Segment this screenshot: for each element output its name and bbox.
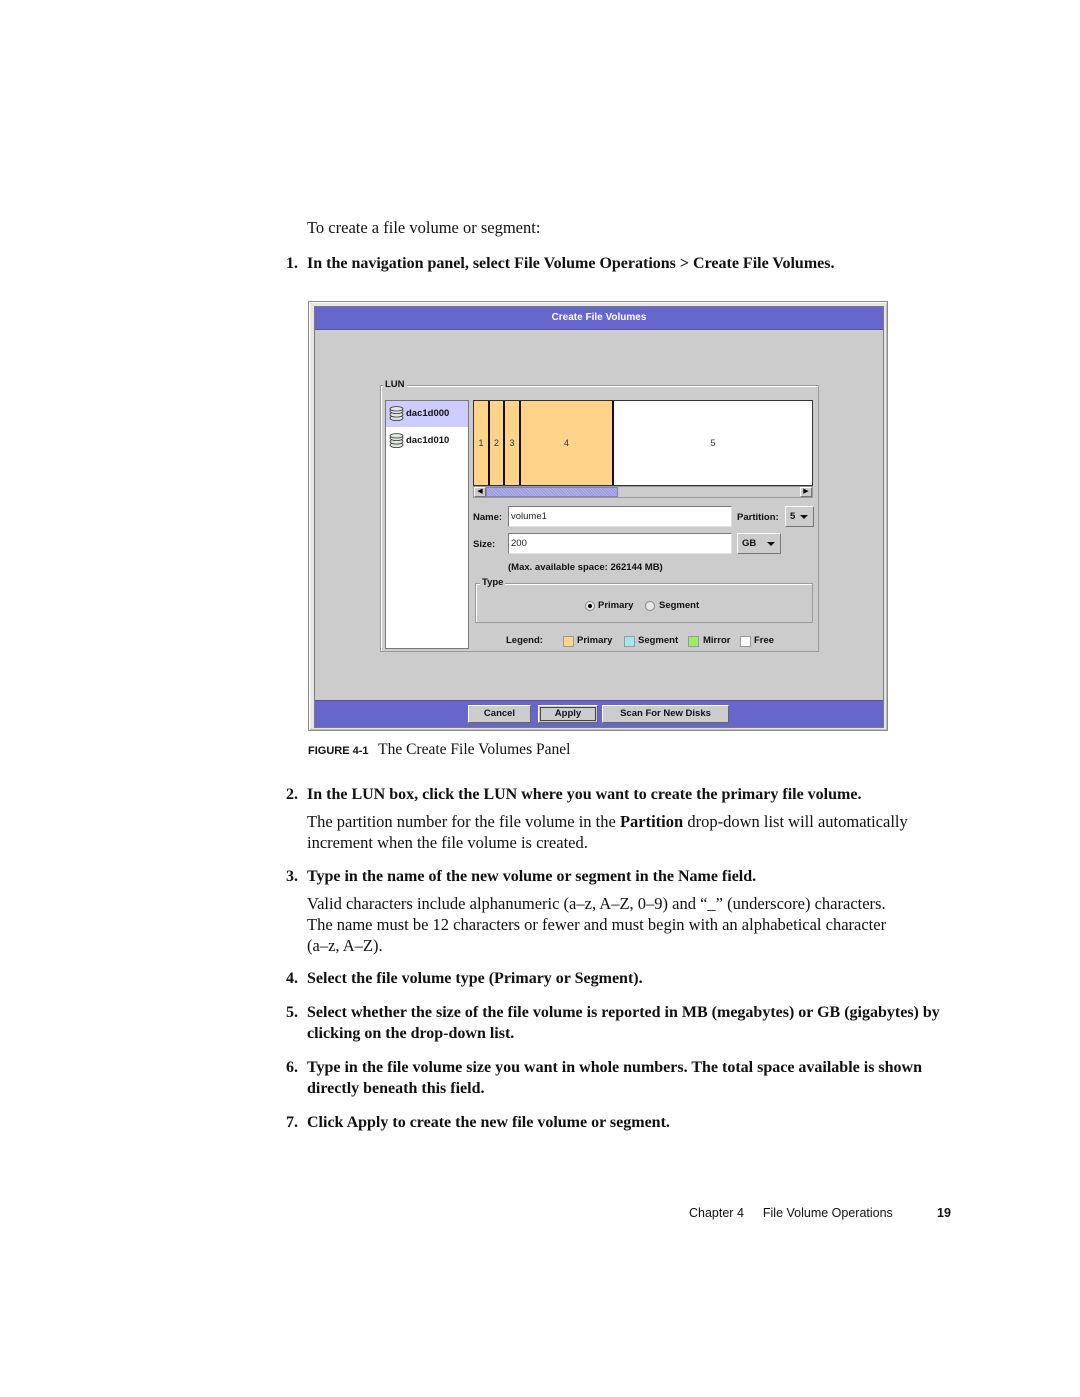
- apply-button[interactable]: Apply: [538, 705, 598, 723]
- lun-group: LUN dac1d000 dac1d010 1 2 3 4 5 ◀ ▶ Name…: [380, 379, 819, 652]
- radio-primary-label[interactable]: Primary: [598, 600, 633, 611]
- footer-section: File Volume Operations: [762, 1206, 893, 1220]
- partition-value: 5: [790, 511, 796, 522]
- step-number: 5.: [286, 1004, 298, 1021]
- step-text: Type in the name of the new volume or se…: [307, 868, 757, 885]
- button-bar: Cancel Apply Scan For New Disks: [315, 700, 883, 727]
- page-footer: Chapter 4 File Volume Operations 19: [689, 1206, 951, 1220]
- panel-title: Create File Volumes: [315, 307, 883, 330]
- step-text: In the navigation panel, select File Vol…: [307, 255, 835, 272]
- lun-item-dac1d000[interactable]: dac1d000: [386, 401, 468, 427]
- partition-5[interactable]: 5: [614, 401, 812, 485]
- step-text: Type in the file volume size you want in…: [307, 1059, 922, 1097]
- step-number: 2.: [286, 786, 298, 803]
- page-number: 19: [937, 1206, 951, 1220]
- partition-4[interactable]: 4: [521, 401, 614, 485]
- step-text: Select the file volume type (Primary or …: [307, 970, 643, 987]
- intro-text: To create a file volume or segment:: [307, 218, 541, 237]
- scroll-right-icon[interactable]: ▶: [800, 487, 812, 497]
- lun-name: dac1d000: [406, 408, 450, 419]
- disk-stack-icon: [389, 433, 404, 448]
- step-number: 3.: [286, 868, 298, 885]
- create-file-volumes-panel: Create File Volumes LUN dac1d000 dac1d01…: [314, 306, 884, 728]
- step-number: 1.: [286, 255, 298, 272]
- size-input[interactable]: [508, 533, 732, 554]
- name-input[interactable]: [508, 506, 732, 527]
- partition-label: Partition:: [737, 512, 779, 523]
- step-number: 4.: [286, 970, 298, 987]
- type-group: Type Primary Segment: [475, 577, 813, 623]
- lun-name: dac1d010: [406, 435, 450, 446]
- lun-group-title: LUN: [383, 379, 407, 390]
- footer-chapter: Chapter 4: [689, 1206, 744, 1220]
- name-label: Name:: [473, 512, 503, 523]
- scrollbar-thumb[interactable]: [486, 487, 618, 497]
- partition-map: 1 2 3 4 5: [473, 400, 813, 486]
- legend-swatch-free: [740, 636, 751, 647]
- legend-mirror: Mirror: [703, 635, 731, 646]
- partition-scrollbar[interactable]: ◀ ▶: [473, 486, 813, 498]
- legend-swatch-primary: [563, 636, 574, 647]
- legend-segment: Segment: [638, 635, 679, 646]
- lun-item-dac1d010[interactable]: dac1d010: [386, 428, 468, 454]
- step-text: Select whether the size of the file volu…: [307, 1004, 940, 1042]
- partition-1[interactable]: 1: [474, 401, 490, 485]
- scroll-left-icon[interactable]: ◀: [474, 487, 486, 497]
- radio-segment[interactable]: [645, 601, 655, 611]
- chevron-down-icon: [767, 542, 775, 546]
- step-number: 7.: [286, 1114, 298, 1131]
- legend-primary: Primary: [577, 635, 613, 646]
- step-text: Click Apply to create the new file volum…: [307, 1114, 670, 1131]
- max-space-text: (Max. available space: 262144 MB): [508, 562, 663, 573]
- radio-segment-label[interactable]: Segment: [659, 600, 699, 611]
- figure-title: The Create File Volumes Panel: [378, 741, 571, 758]
- legend-label: Legend:: [506, 635, 543, 646]
- disk-stack-icon: [389, 406, 404, 421]
- figure-caption: FIGURE 4-1 The Create File Volumes Panel: [308, 741, 570, 759]
- unit-dropdown[interactable]: GB: [737, 533, 781, 554]
- legend-swatch-segment: [624, 636, 635, 647]
- partition-3[interactable]: 3: [505, 401, 521, 485]
- type-group-title: Type: [480, 577, 506, 588]
- chevron-down-icon: [800, 515, 808, 519]
- size-label: Size:: [473, 539, 496, 550]
- radio-primary[interactable]: [585, 601, 595, 611]
- partition-dropdown[interactable]: 5: [785, 506, 814, 527]
- legend-swatch-mirror: [688, 636, 699, 647]
- lun-list[interactable]: dac1d000 dac1d010: [385, 400, 469, 649]
- scan-for-new-disks-button[interactable]: Scan For New Disks: [602, 705, 729, 723]
- figure-label: FIGURE 4-1: [308, 745, 369, 757]
- step-text: In the LUN box, click the LUN where you …: [307, 786, 862, 803]
- partition-paragraph: The partition number for the file volume…: [307, 811, 947, 853]
- partition-bold: Partition: [619, 812, 684, 831]
- legend-free: Free: [754, 635, 775, 646]
- para-text: The partition number for the file volume…: [307, 812, 620, 831]
- unit-value: GB: [742, 538, 757, 549]
- figure-screenshot: Create File Volumes LUN dac1d000 dac1d01…: [308, 301, 888, 731]
- cancel-button[interactable]: Cancel: [468, 705, 531, 723]
- partition-2[interactable]: 2: [490, 401, 505, 485]
- valid-chars-paragraph: Valid characters include alphanumeric (a…: [307, 894, 887, 955]
- step-number: 6.: [286, 1059, 298, 1076]
